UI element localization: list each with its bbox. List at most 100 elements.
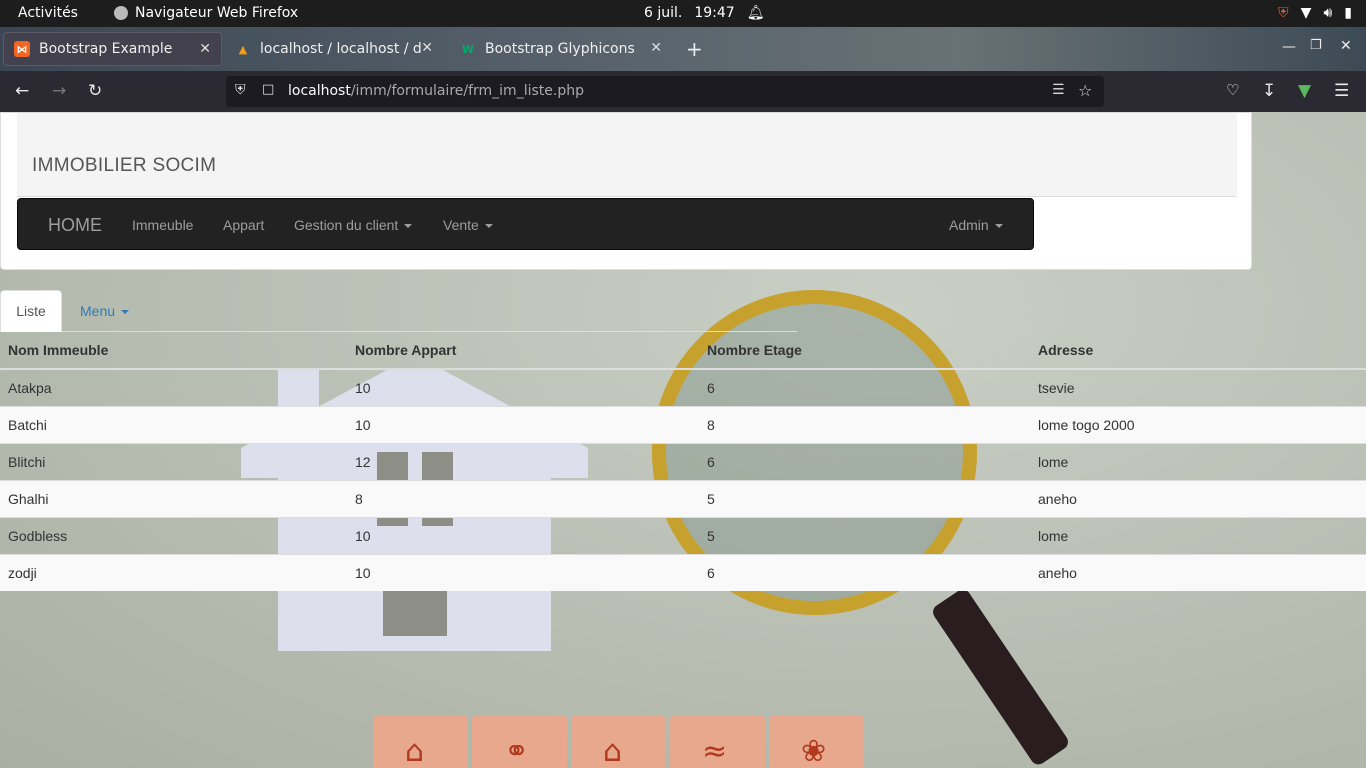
w3schools-icon: W [461,42,475,56]
time-label: 19:47 [694,5,735,21]
main-navbar: HOME Immeuble Appart Gestion du client V… [17,198,1034,250]
immeuble-table: Nom Immeuble Nombre Appart Nombre Etage … [0,332,1366,591]
cell: 5 [699,479,1030,517]
url-path: /imm/formulaire/frm_im_liste.php [350,83,584,99]
tracking-shield-icon[interactable]: ⛨ [235,82,246,98]
cell: tsevie [1030,368,1366,406]
bell-icon: 🔔︎ [746,5,765,21]
col-header-nom-immeuble: Nom Immeuble [0,332,347,370]
new-tab-icon[interactable]: + [686,37,703,61]
download-icon[interactable]: ↧ [1262,81,1276,101]
header-panel: IMMOBILIER SOCIM HOME Immeuble Appart Ge… [0,112,1252,270]
close-window-icon[interactable]: ✕ [1340,38,1352,54]
cell: 10 [347,553,699,591]
cell: 8 [699,405,1030,443]
reload-icon[interactable]: ↻ [88,81,102,101]
house-icon: ⌂ [603,734,623,768]
activities-button[interactable]: Activités [18,5,78,21]
wooden-blocks-image: ⌂ ⚭ ⌂ ≈ ❀ [373,716,864,768]
house-icon: ⌂ [405,734,425,768]
page-icon[interactable]: □ [262,82,274,97]
block-leaf: ❀ [769,716,864,768]
minimize-icon[interactable]: — [1282,39,1296,55]
block-wifi: ≈ [670,716,765,768]
app-name: Navigateur Web Firefox [135,5,299,21]
tab-menu-label: Menu [80,303,116,319]
cell: 10 [347,516,699,554]
table-row: Godbless 10 5 lome [0,516,1366,554]
cell: Blitchi [0,442,347,480]
tab-title: Bootstrap Example [39,41,173,57]
system-tray[interactable]: ⛨ ▼ 🔊︎ ▮ [1278,5,1352,21]
clock[interactable]: 6 juil. 19:47 🔔︎ [644,5,765,21]
url-host: localhost [288,83,351,99]
jumbotron: IMMOBILIER SOCIM [17,113,1237,197]
reader-view-icon[interactable]: ☰ [1052,82,1065,98]
table-row: Atakpa 10 6 tsevie [0,368,1366,406]
cell: 6 [699,442,1030,480]
cell: lome togo 2000 [1030,405,1366,443]
cell: aneho [1030,553,1366,591]
close-tab-icon[interactable]: ✕ [650,40,662,56]
close-tab-icon[interactable]: ✕ [199,41,211,57]
hamburger-menu-icon[interactable]: ☰ [1334,81,1349,101]
tab-liste[interactable]: Liste [0,290,62,332]
bookmark-star-icon[interactable]: ☆ [1078,81,1092,100]
cell: lome [1030,516,1366,554]
nav-admin-label: Admin [949,217,989,233]
nav-gestion-client-label: Gestion du client [294,217,399,233]
caret-down-icon [404,224,413,229]
cell: 6 [699,553,1030,591]
site-title: IMMOBILIER SOCIM [32,155,217,176]
system-top-bar: Activités Navigateur Web Firefox 6 juil.… [0,0,1366,27]
nav-admin[interactable]: Admin [949,217,1003,233]
nav-toolbar: ← → ↻ ⛨ □ localhost/imm/formulaire/frm_i… [0,71,1366,112]
close-tab-icon[interactable]: ✕ [421,40,433,56]
date-label: 6 juil. [644,5,683,21]
tab-strip: ⋈ Bootstrap Example ✕ ▲ localhost / loca… [0,27,1366,71]
caret-down-icon [994,224,1003,229]
pocket-icon[interactable]: ♡ [1226,81,1239,99]
cell: 6 [699,368,1030,406]
nav-immeuble[interactable]: Immeuble [132,217,193,233]
forward-icon[interactable]: → [52,81,66,101]
nav-home[interactable]: HOME [48,215,102,236]
cell: Godbless [0,516,347,554]
nav-vente[interactable]: Vente [443,217,493,233]
caret-down-icon [121,310,130,315]
tab-menu[interactable]: Menu [80,303,130,319]
col-header-adresse: Adresse [1030,332,1366,370]
restore-icon[interactable]: ❐ [1310,38,1322,53]
tab-title: localhost / localhost / db [260,41,422,57]
table-header-row: Nom Immeuble Nombre Appart Nombre Etage … [0,332,1366,370]
extension-icon[interactable]: ▼ [1298,81,1311,101]
block-key: ⚭ [472,716,567,768]
nav-gestion-client[interactable]: Gestion du client [294,217,413,233]
tab-bootstrap-example[interactable]: ⋈ Bootstrap Example ✕ [3,32,222,66]
col-header-nombre-appart: Nombre Appart [347,332,699,370]
xampp-icon: ⋈ [14,41,30,57]
tab-bootstrap-glyphicons[interactable]: W Bootstrap Glyphicons ✕ [450,32,672,66]
cell: 10 [347,405,699,443]
cell: Ghalhi [0,479,347,517]
caret-down-icon [484,224,493,229]
table-row: Blitchi 12 6 lome [0,442,1366,480]
url-bar[interactable]: ⛨ □ localhost/imm/formulaire/frm_im_list… [226,76,1104,107]
nav-vente-label: Vente [443,217,479,233]
tab-phpmyadmin[interactable]: ▲ localhost / localhost / db ✕ [225,32,443,66]
table-row: Ghalhi 8 5 aneho [0,479,1366,517]
cell: Batchi [0,405,347,443]
url-text[interactable]: localhost/imm/formulaire/frm_im_liste.ph… [288,83,584,99]
cell: zodji [0,553,347,591]
cell: aneho [1030,479,1366,517]
cell: lome [1030,442,1366,480]
app-menu[interactable]: Navigateur Web Firefox [114,5,298,21]
firefox-icon [114,6,128,20]
nav-appart[interactable]: Appart [223,217,264,233]
cell: Atakpa [0,368,347,406]
block-house: ⌂ [373,716,468,768]
wifi-icon: ▼ [1300,5,1312,21]
battery-icon: ▮ [1344,5,1352,21]
table-row: Batchi 10 8 lome togo 2000 [0,405,1366,443]
back-icon[interactable]: ← [15,81,29,101]
